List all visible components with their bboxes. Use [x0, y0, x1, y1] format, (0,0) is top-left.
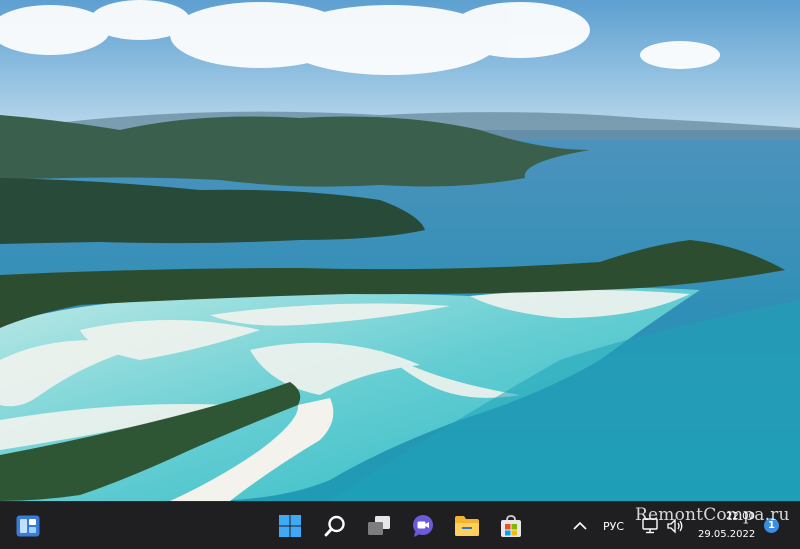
widgets-button[interactable]: [10, 508, 46, 544]
store-button[interactable]: [493, 508, 529, 544]
chat-icon: [413, 515, 433, 537]
language-indicator[interactable]: РУС: [603, 520, 624, 533]
search-icon: [324, 515, 345, 537]
file-explorer-button[interactable]: [449, 508, 485, 544]
clock-date: 29.05.2022: [698, 529, 756, 540]
wallpaper-image: [0, 0, 800, 501]
start-button[interactable]: [272, 508, 308, 544]
search-button[interactable]: [317, 508, 353, 544]
watermark-text: RemontCompa.ru: [635, 505, 790, 525]
folder-icon: [455, 516, 479, 536]
desktop-wallpaper: [0, 0, 800, 501]
chat-button[interactable]: [405, 508, 441, 544]
widgets-icon: [16, 515, 40, 537]
windows-logo-icon: [279, 515, 301, 537]
task-view-icon: [368, 516, 390, 535]
store-icon: [501, 515, 521, 537]
task-view-button[interactable]: [361, 508, 397, 544]
chevron-up-icon: [573, 521, 587, 530]
show-hidden-icons-button[interactable]: [568, 508, 592, 544]
